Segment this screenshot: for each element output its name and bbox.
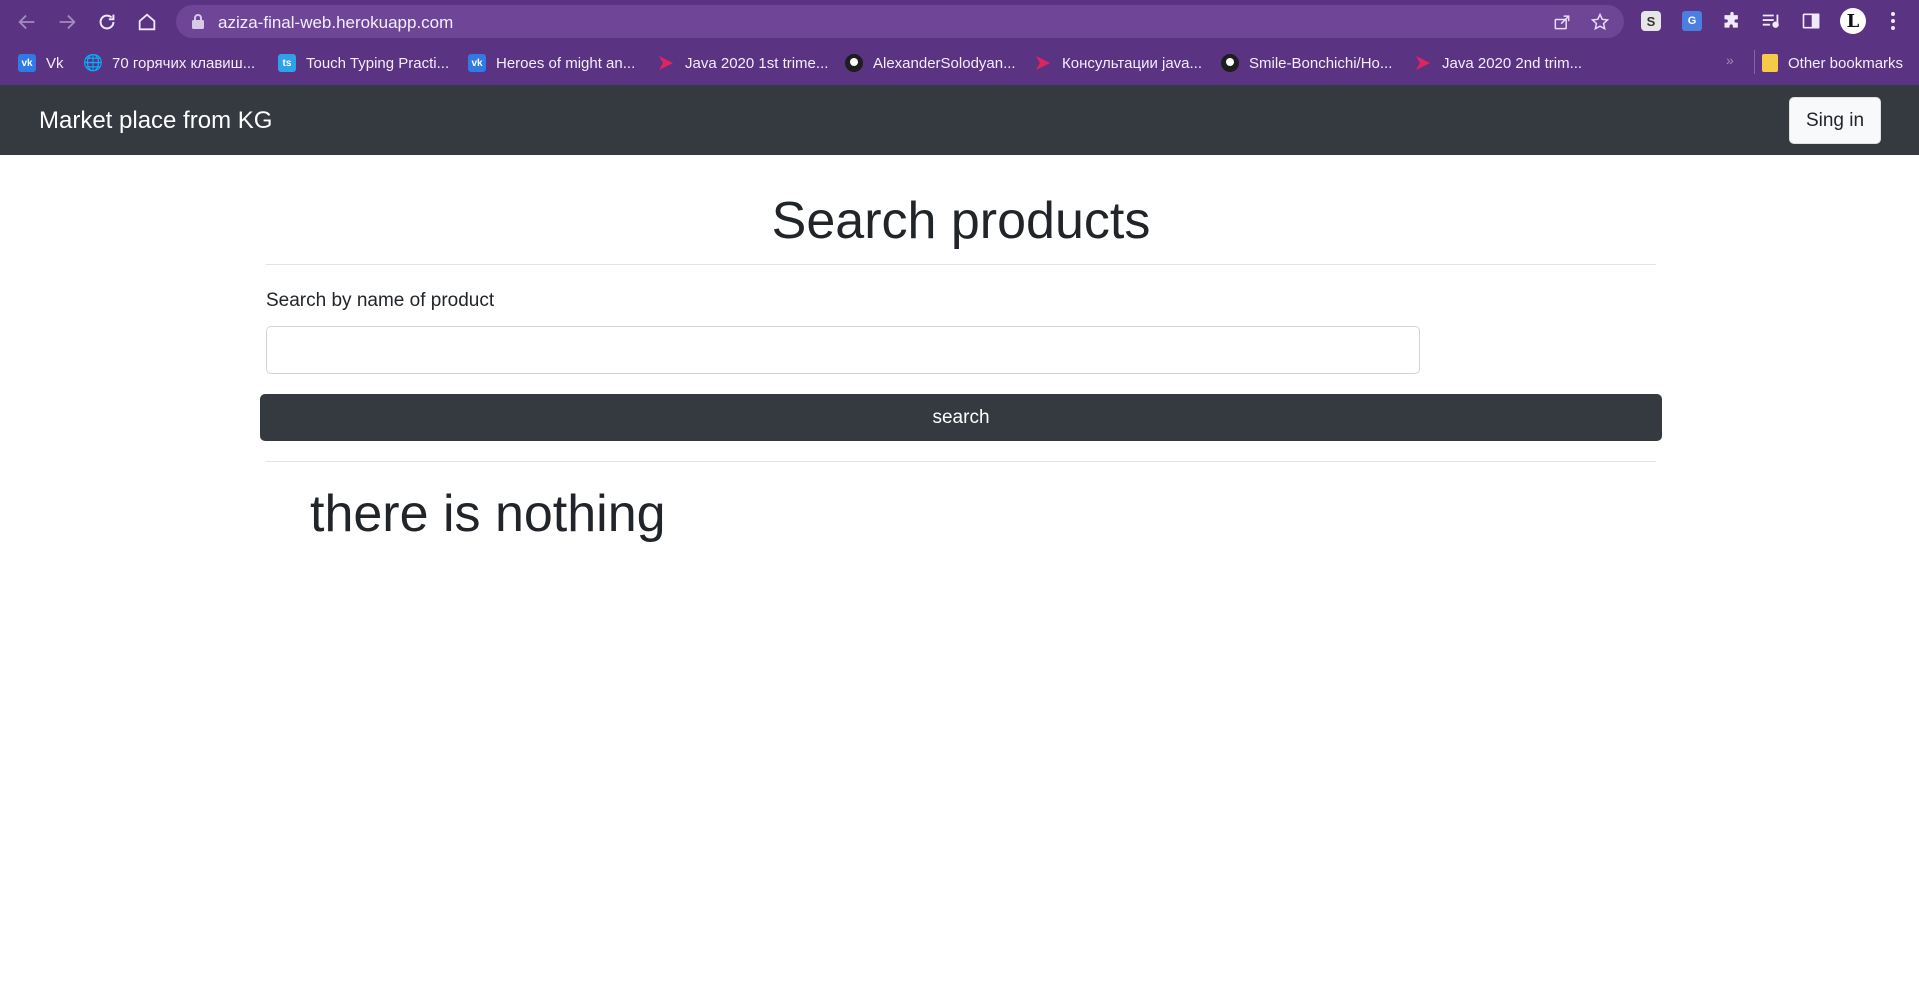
- search-button[interactable]: search: [260, 394, 1662, 441]
- reload-icon: [99, 14, 115, 30]
- divider-top: [266, 264, 1656, 265]
- browser-toolbar: aziza-final-web.herokuapp.com S G L: [0, 0, 1919, 44]
- url-text[interactable]: aziza-final-web.herokuapp.com: [218, 13, 453, 33]
- bookmark-label: Vk: [46, 54, 64, 72]
- bookmarks-overflow-chevron-icon[interactable]: »: [1726, 52, 1734, 68]
- vk-icon: vk: [18, 54, 36, 72]
- browser-chrome: aziza-final-web.herokuapp.com S G L vk V…: [0, 0, 1919, 85]
- forward-arrow-icon: [59, 14, 76, 30]
- bookmark-star-icon[interactable]: [1589, 11, 1611, 33]
- forward-button[interactable]: [52, 7, 82, 37]
- search-input[interactable]: [266, 326, 1420, 374]
- bookmark-label: Консультации java...: [1062, 54, 1203, 72]
- page-title: Search products: [771, 192, 1151, 250]
- back-button[interactable]: [12, 7, 42, 37]
- empty-results-message: there is nothing: [310, 485, 666, 543]
- divider-bottom: [266, 461, 1656, 462]
- share-icon[interactable]: [1551, 11, 1573, 33]
- bookmark-java-1st[interactable]: Java 2020 1st trime...: [657, 52, 828, 74]
- bookmark-github-smile[interactable]: Smile-Bonchichi/Ho...: [1221, 52, 1392, 74]
- s-extension-icon[interactable]: S: [1641, 11, 1661, 31]
- github-icon: [845, 54, 863, 72]
- bookmark-heroes[interactable]: vk Heroes of might an...: [468, 52, 635, 74]
- navbar-brand[interactable]: Market place from KG: [39, 107, 272, 135]
- folder-icon: [1762, 54, 1778, 72]
- side-panel-icon[interactable]: [1799, 9, 1823, 33]
- bookmark-github-alexander[interactable]: AlexanderSolodyan...: [845, 52, 1016, 74]
- bookmark-label: 70 горячих клавиш...: [112, 54, 256, 72]
- github-icon: [1221, 54, 1239, 72]
- home-button[interactable]: [132, 7, 162, 37]
- globe-icon: 🌐: [83, 55, 103, 72]
- other-bookmarks-label: Other bookmarks: [1788, 54, 1904, 72]
- vk-icon: vk: [468, 54, 486, 72]
- bookmark-java-consult[interactable]: Консультации java...: [1034, 52, 1202, 74]
- bookmark-label: Touch Typing Practi...: [306, 54, 450, 72]
- java-course-icon: [657, 54, 675, 72]
- bookmark-touch-typing[interactable]: ts Touch Typing Practi...: [278, 52, 449, 74]
- menu-kebab-icon[interactable]: [1881, 9, 1905, 33]
- back-arrow-icon: [18, 14, 35, 30]
- bookmark-label: Java 2020 1st trime...: [685, 54, 829, 72]
- profile-avatar-icon[interactable]: L: [1840, 8, 1866, 34]
- translate-extension-icon[interactable]: G: [1682, 11, 1702, 31]
- site-navbar: Market place from KG Sing in: [0, 85, 1919, 155]
- lock-icon: [192, 14, 204, 29]
- sign-in-button[interactable]: Sing in: [1789, 97, 1881, 144]
- bookmark-label: AlexanderSolodyan...: [873, 54, 1016, 72]
- bookmark-vk[interactable]: vk Vk: [18, 52, 64, 74]
- reload-button[interactable]: [92, 7, 122, 37]
- puzzle-extensions-icon[interactable]: [1720, 9, 1744, 33]
- home-icon: [138, 13, 156, 31]
- search-label: Search by name of product: [266, 290, 495, 311]
- bookmarks-separator: [1754, 50, 1755, 74]
- java-course-icon: [1034, 54, 1052, 72]
- media-controls-icon[interactable]: [1759, 9, 1783, 33]
- other-bookmarks[interactable]: Other bookmarks: [1762, 52, 1903, 74]
- touch-typing-icon: ts: [278, 54, 296, 72]
- java-course-icon: [1414, 54, 1432, 72]
- bookmark-label: Java 2020 2nd trim...: [1442, 54, 1583, 72]
- bookmark-hotkeys[interactable]: 🌐 70 горячих клавиш...: [83, 52, 256, 74]
- bookmark-label: Heroes of might an...: [496, 54, 636, 72]
- bookmark-java-2nd[interactable]: Java 2020 2nd trim...: [1414, 52, 1582, 74]
- address-bar[interactable]: aziza-final-web.herokuapp.com: [176, 5, 1624, 38]
- bookmarks-bar: vk Vk 🌐 70 горячих клавиш... ts Touch Ty…: [0, 44, 1919, 80]
- bookmark-label: Smile-Bonchichi/Ho...: [1249, 54, 1393, 72]
